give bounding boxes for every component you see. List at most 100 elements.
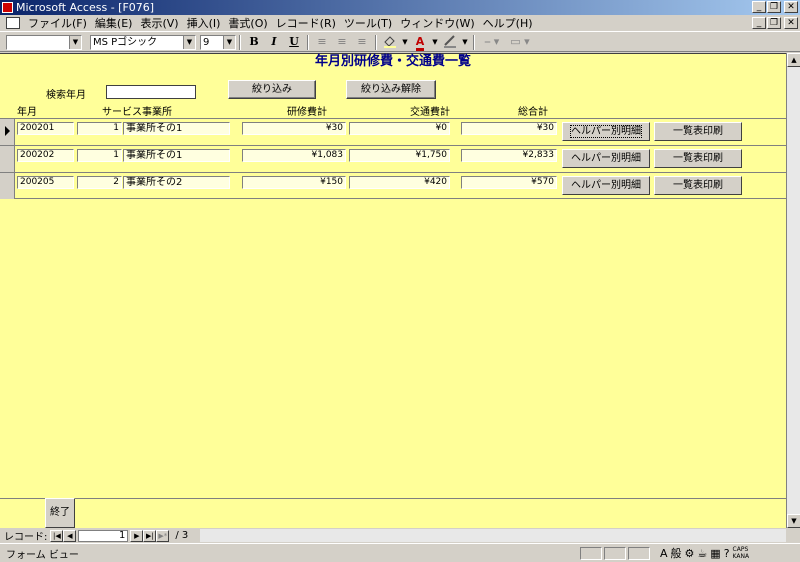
office-name-field[interactable]: 事業所その2 (123, 176, 230, 189)
record-label: レコード: (4, 532, 48, 543)
menu-records[interactable]: レコード(R) (272, 15, 340, 31)
ime-dictionary-icon[interactable]: ☕ (697, 547, 707, 560)
header-training: 研修費計 (287, 107, 327, 118)
total-field[interactable]: ¥570 (461, 176, 557, 189)
yearmonth-field[interactable]: 200201 (17, 122, 74, 135)
record-selector[interactable] (0, 146, 15, 172)
toolbar-separator (239, 34, 241, 50)
line-color-icon[interactable] (441, 34, 459, 50)
menu-view[interactable]: 表示(V) (136, 15, 182, 31)
menu-format[interactable]: 書式(O) (224, 15, 271, 31)
total-field[interactable]: ¥30 (461, 122, 557, 135)
ime-mode-indicator[interactable]: 般 (671, 545, 682, 561)
chevron-down-icon[interactable]: ▼ (223, 35, 235, 49)
align-right-icon[interactable]: ≡ (353, 34, 371, 50)
chevron-down-icon[interactable]: ▼ (401, 34, 409, 50)
chevron-down-icon[interactable]: ▼ (183, 35, 195, 49)
object-combo[interactable]: ▼ (6, 34, 82, 50)
ime-toolbar: A 般 ⚙ ☕ ▦ ? CAPS KANA (660, 545, 749, 561)
helper-detail-button[interactable]: ヘルパー別明細 (562, 122, 650, 141)
office-name-field[interactable]: 事業所その1 (123, 149, 230, 162)
scroll-down-icon[interactable]: ▼ (787, 514, 800, 528)
helper-detail-button[interactable]: ヘルパー別明細 (562, 176, 650, 195)
training-field[interactable]: ¥30 (242, 122, 346, 135)
window-title: Microsoft Access - [F076] (16, 1, 155, 14)
search-label: 検索年月 (46, 90, 86, 101)
chevron-down-icon[interactable]: ▼ (431, 34, 439, 50)
ime-help-icon[interactable]: ? (724, 547, 730, 560)
status-panel (604, 546, 626, 560)
training-field[interactable]: ¥1,083 (242, 149, 346, 162)
font-color-icon: A (415, 35, 425, 51)
filter-button[interactable]: 絞り込み (228, 80, 316, 99)
office-no-field[interactable]: 2 (77, 176, 122, 189)
menu-tools[interactable]: ツール(T) (340, 15, 396, 31)
previous-record-button[interactable]: ◀ (63, 529, 77, 542)
clear-filter-button[interactable]: 絞り込み解除 (346, 80, 436, 99)
horizontal-scrollbar[interactable] (200, 529, 786, 542)
new-record-button[interactable]: ▶* (156, 529, 170, 542)
yearmonth-field[interactable]: 200202 (17, 149, 74, 162)
helper-detail-label: ヘルパー別明細 (570, 125, 642, 138)
toolbar-separator (307, 34, 309, 50)
total-field[interactable]: ¥2,833 (461, 149, 557, 162)
underline-button[interactable]: U (285, 34, 303, 50)
menu-insert[interactable]: 挿入(I) (183, 15, 225, 31)
end-button[interactable]: 終了 (45, 498, 75, 528)
chevron-down-icon[interactable]: ▼ (461, 34, 469, 50)
close-button[interactable]: ✕ (784, 1, 798, 13)
record-number-input[interactable]: 1 (78, 529, 129, 542)
transport-field[interactable]: ¥0 (349, 122, 450, 135)
border-style-icon[interactable]: ▭ ▾ (507, 34, 533, 50)
caps-kana-indicator: CAPS KANA (733, 546, 750, 560)
last-record-button[interactable]: ▶| (143, 529, 157, 542)
line-width-icon[interactable]: ⎯ ▾ (479, 34, 505, 50)
scroll-up-icon[interactable]: ▲ (787, 53, 800, 67)
first-record-button[interactable]: |◀ (50, 529, 64, 542)
align-center-icon[interactable]: ≡ (333, 34, 351, 50)
font-color-button[interactable]: A (411, 34, 429, 51)
chevron-down-icon[interactable]: ▼ (69, 35, 81, 49)
vertical-scrollbar[interactable]: ▲ ▼ (786, 53, 800, 528)
child-close-button[interactable]: ✕ (784, 17, 798, 29)
print-list-button[interactable]: 一覧表印刷 (654, 176, 742, 195)
office-no-field[interactable]: 1 (77, 149, 122, 162)
menu-bar: ファイル(F) 編集(E) 表示(V) 挿入(I) 書式(O) レコード(R) … (0, 15, 800, 32)
record-selector[interactable] (0, 119, 15, 145)
font-size-combo[interactable]: 9 ▼ (200, 34, 236, 50)
bold-button[interactable]: B (245, 34, 263, 50)
transport-field[interactable]: ¥1,750 (349, 149, 450, 162)
yearmonth-field[interactable]: 200205 (17, 176, 74, 189)
minimize-button[interactable]: _ (752, 1, 766, 13)
align-left-icon[interactable]: ≡ (313, 34, 331, 50)
child-minimize-button[interactable]: _ (752, 17, 766, 29)
ime-pad-icon[interactable]: ▦ (710, 547, 720, 560)
transport-field[interactable]: ¥420 (349, 176, 450, 189)
training-field[interactable]: ¥150 (242, 176, 346, 189)
access-app-icon[interactable] (2, 2, 13, 13)
print-list-button[interactable]: 一覧表印刷 (654, 122, 742, 141)
restore-button[interactable]: ❐ (767, 1, 781, 13)
italic-button[interactable]: I (265, 34, 283, 50)
menu-file[interactable]: ファイル(F) (24, 15, 91, 31)
menu-window[interactable]: ウィンドウ(W) (396, 15, 478, 31)
fill-color-icon[interactable] (381, 34, 399, 50)
menu-edit[interactable]: 編集(E) (91, 15, 137, 31)
record-selector[interactable] (0, 173, 15, 199)
caps-indicator: CAPS (732, 546, 749, 553)
font-name-combo[interactable]: MS Pゴシック ▼ (90, 34, 196, 50)
next-record-button[interactable]: ▶ (130, 529, 144, 542)
search-yearmonth-input[interactable] (106, 85, 196, 99)
ime-input-icon[interactable]: A (660, 547, 668, 560)
office-no-field[interactable]: 1 (77, 122, 122, 135)
ime-tool-icon[interactable]: ⚙ (685, 547, 695, 560)
form-area: 年月別研修費・交通費一覧 検索年月 絞り込み 絞り込み解除 年月 サービス事業所… (0, 53, 800, 528)
child-restore-button[interactable]: ❐ (767, 17, 781, 29)
menu-help[interactable]: ヘルプ(H) (479, 15, 537, 31)
print-list-button[interactable]: 一覧表印刷 (654, 149, 742, 168)
record-count: / 3 (175, 530, 189, 541)
office-name-field[interactable]: 事業所その1 (123, 122, 230, 135)
form-system-icon[interactable] (6, 17, 20, 29)
table-row: 200202 1 事業所その1 ¥1,083 ¥1,750 ¥2,833 ヘルパ… (0, 145, 786, 172)
helper-detail-button[interactable]: ヘルパー別明細 (562, 149, 650, 168)
